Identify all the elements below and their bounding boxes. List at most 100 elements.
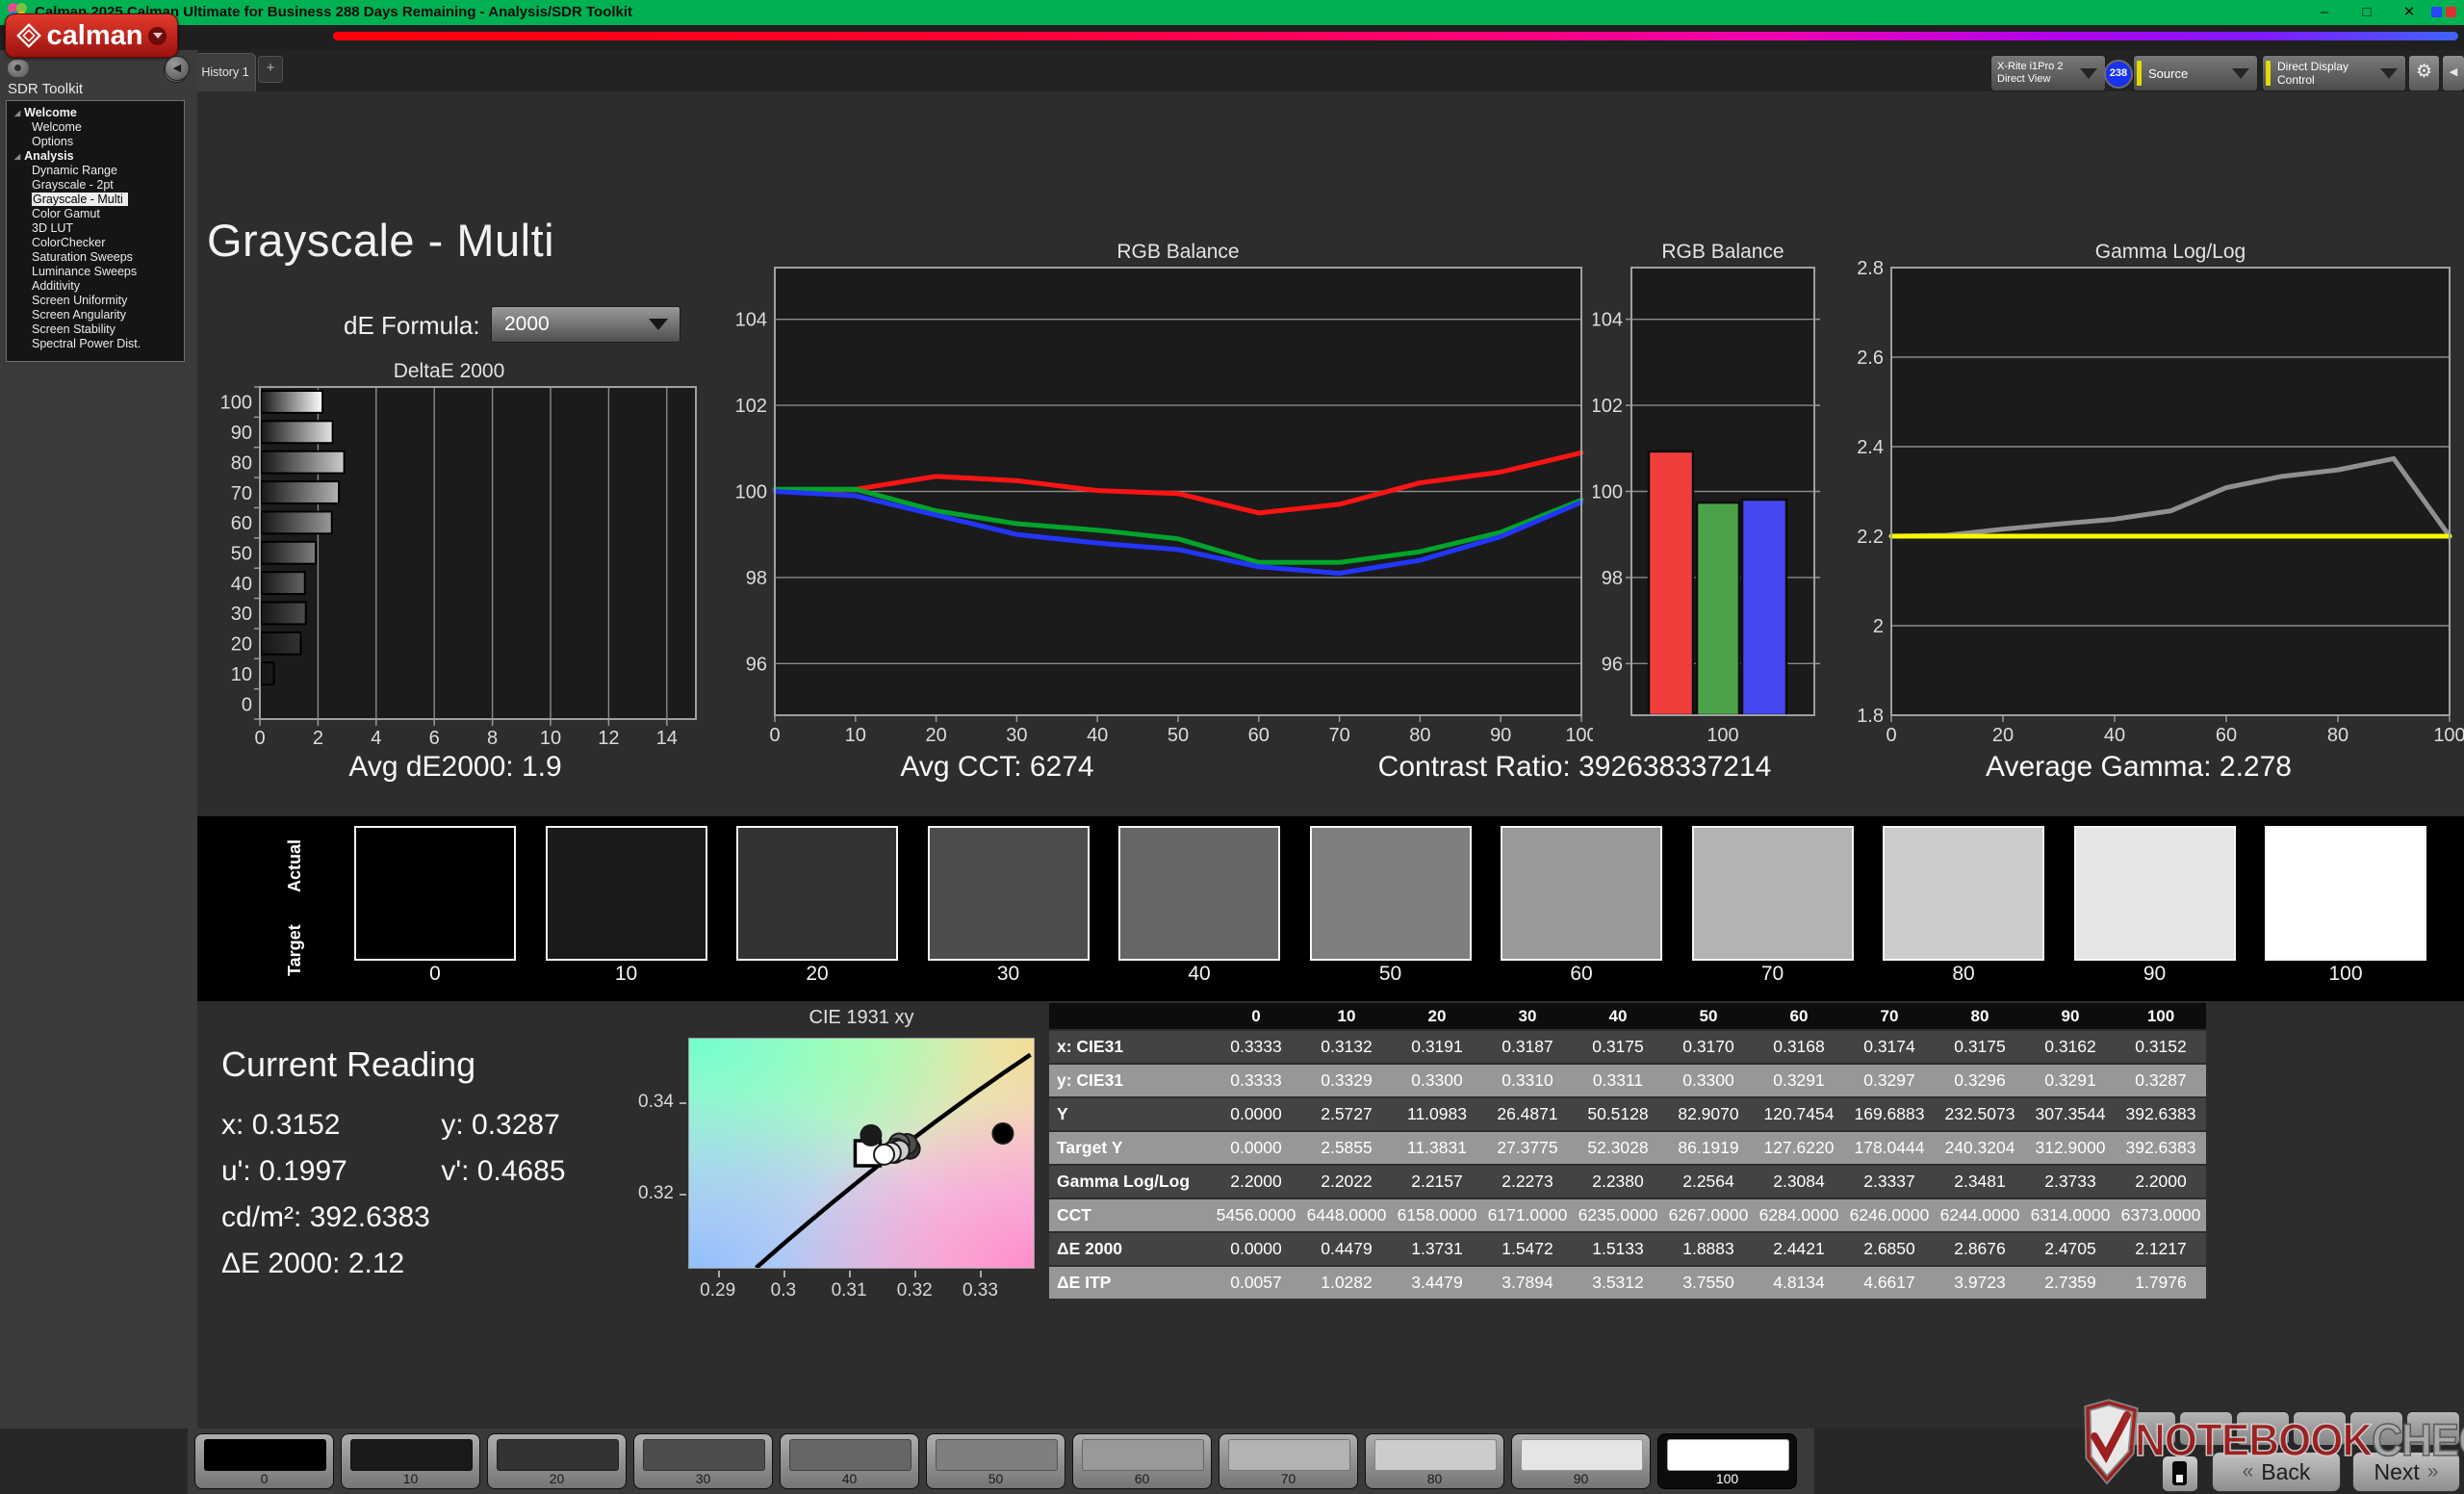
chevron-down-icon (649, 319, 668, 330)
calman-menu-button[interactable]: calman (5, 13, 178, 58)
panel-collapse-button[interactable]: ◀ (2442, 55, 2464, 91)
tab-history-1[interactable]: History 1 (194, 53, 256, 92)
table-row-cct: CCT 5456.0000 6448.0000 6158.0000 6171.0000 6… (1049, 1199, 2206, 1231)
patch-button-40[interactable]: 40 (780, 1433, 919, 1489)
axis-tick-label: 60 (2216, 725, 2237, 746)
measured-point-100 (873, 1143, 896, 1166)
deltae-bar (260, 540, 318, 565)
table-cell: 0.3300 (1682, 1070, 1734, 1090)
de-formula-label: dE Formula: (344, 311, 480, 340)
gray-swatch-90 (2073, 826, 2236, 961)
source-dropdown[interactable]: Source (2133, 55, 2258, 91)
sidebar-item-colorchecker[interactable]: ColorChecker (7, 236, 184, 250)
cie-y-tick-label: 0.34 (638, 1091, 674, 1112)
calman-diamond-icon (15, 23, 41, 48)
display-control-dropdown[interactable]: Direct Display Control (2262, 55, 2406, 91)
patch-button-50[interactable]: 50 (926, 1433, 1065, 1489)
patch-button-10[interactable]: 10 (341, 1433, 480, 1489)
tab-scroll-left-button[interactable]: ◀ (165, 56, 190, 81)
axis-tick-label: 10 (540, 728, 561, 745)
rgb-balance-line-chart: RGB Balance 96 98 100 102 104 0 10 20 30 40 50 60 70 8… (735, 243, 1593, 746)
patch-button-100[interactable]: 100 (1657, 1433, 1797, 1489)
patch-button-0[interactable]: 0 (194, 1433, 334, 1489)
axis-tick-label: 12 (598, 728, 619, 745)
sidebar-item-options[interactable]: Options (7, 135, 184, 149)
deltae-bar (260, 510, 333, 535)
sidebar-item-dynamic-range[interactable]: Dynamic Range (7, 164, 184, 178)
sidebar-item-luminance-sweeps[interactable]: Luminance Sweeps (7, 265, 184, 279)
current-reading-uv: u': 0.1997 v': 0.4685 (221, 1155, 760, 1188)
rgb-balance-bar-chart: RGB Balance 96 98 100 102 104 100 (1593, 243, 1820, 746)
measurement-table: 0 10 20 30 40 50 60 70 80 90 100 x: CIE31 0.3333 0.31… (1049, 1003, 2206, 1301)
patch-button-90[interactable]: 90 (1511, 1433, 1651, 1489)
table-cell: 6314.0000 (2030, 1205, 2111, 1224)
sidebar-item-screen-uniformity[interactable]: Screen Uniformity (7, 294, 184, 308)
table-column-header: 90 (2061, 1006, 2080, 1025)
plot-area (1891, 268, 2450, 715)
gray-swatch-label: 70 (1760, 963, 1784, 985)
table-cell: 0.3296 (1954, 1070, 2006, 1090)
axis-tick-label: 2 (313, 728, 323, 745)
sidebar-section-welcome[interactable]: ◢ Welcome (7, 106, 184, 120)
sidebar-item-screen-stability[interactable]: Screen Stability (7, 322, 184, 337)
table-cell: 3.7550 (1682, 1273, 1734, 1292)
patch-button-label: 0 (260, 1471, 269, 1486)
table-cell: 392.6383 (2125, 1138, 2196, 1157)
y-value: 0.3287 (472, 1109, 560, 1141)
axis-tick-label: 8 (487, 728, 498, 745)
patch-button-30[interactable]: 30 (633, 1433, 773, 1489)
table-cell: 0.3291 (1773, 1070, 1825, 1090)
de-formula-dropdown[interactable]: 2000 (491, 306, 680, 343)
axis-tick-label: 60 (231, 513, 252, 534)
chart-title: RGB Balance (1661, 243, 1784, 263)
cie-x-tick-label: 0.29 (700, 1280, 736, 1301)
axis-tick-label: 96 (1602, 654, 1623, 675)
cie-chart-title: CIE 1931 xy (808, 1007, 914, 1028)
de-value: 2.12 (347, 1248, 405, 1279)
table-cell: 307.3544 (2035, 1104, 2106, 1123)
stat-avg-cct: Avg CCT: 6274 (900, 751, 1094, 783)
patch-button-label: 60 (1134, 1471, 1150, 1486)
patch-button-60[interactable]: 60 (1072, 1433, 1212, 1489)
sidebar-item-spectral-power-dist[interactable]: Spectral Power Dist. (7, 337, 184, 351)
patch-color (204, 1439, 326, 1471)
table-row-label: Y (1057, 1104, 1068, 1123)
table-cell: 0.3310 (1502, 1070, 1553, 1090)
sidebar-item-grayscale-2pt[interactable]: Grayscale - 2pt (7, 178, 184, 193)
patch-button-20[interactable]: 20 (487, 1433, 627, 1489)
sidebar-item-label: Dynamic Range (32, 164, 117, 177)
sidebar-item-welcome[interactable]: Welcome (7, 120, 184, 135)
table-cell: 178.0444 (1854, 1138, 1925, 1157)
settings-gear-button[interactable]: ⚙ (2408, 55, 2440, 91)
sidebar-record-button[interactable] (8, 60, 29, 77)
table-cell: 169.6883 (1854, 1104, 1925, 1123)
deltae-bar (260, 420, 334, 445)
table-cell: 0.3291 (2044, 1070, 2096, 1090)
table-header-row: 0 10 20 30 40 50 60 70 80 90 100 (1049, 1003, 2206, 1029)
gray-swatch-label: 50 (1378, 963, 1402, 985)
sidebar-item-screen-angularity[interactable]: Screen Angularity (7, 308, 184, 322)
sidebar-item-3d-lut[interactable]: 3D LUT (7, 221, 184, 236)
maximize-button[interactable]: □ (2348, 0, 2385, 25)
patch-color (643, 1439, 765, 1471)
sidebar-item-additivity[interactable]: Additivity (7, 279, 184, 294)
calman-dropdown-arrow-icon[interactable] (148, 26, 167, 45)
meter-device-dropdown[interactable]: X-Rite i1Pro 2 Direct View (1990, 55, 2106, 91)
close-button[interactable]: ✕ (2391, 0, 2427, 25)
table-column-header: 80 (1970, 1006, 1989, 1025)
sidebar-item-saturation-sweeps[interactable]: Saturation Sweeps (7, 250, 184, 265)
patch-button-70[interactable]: 70 (1219, 1433, 1358, 1489)
minimize-button[interactable]: – (2306, 0, 2343, 25)
patch-button-80[interactable]: 80 (1365, 1433, 1504, 1489)
table-cell: 1.5133 (1592, 1239, 1644, 1258)
table-cell: 4.8134 (1773, 1273, 1825, 1292)
de-label: ΔE 2000: (221, 1248, 341, 1279)
sidebar-item-color-gamut[interactable]: Color Gamut (7, 207, 184, 221)
add-tab-button[interactable]: + (258, 56, 283, 83)
deltae-bar (260, 480, 341, 504)
measured-point-0 (991, 1122, 1014, 1146)
axis-tick-label: 0 (242, 694, 252, 715)
sidebar-section-analysis[interactable]: ◢ Analysis (7, 149, 184, 164)
sidebar-item-grayscale-multi[interactable]: Grayscale - Multi (7, 193, 184, 207)
table-cell: 1.3731 (1411, 1239, 1463, 1258)
